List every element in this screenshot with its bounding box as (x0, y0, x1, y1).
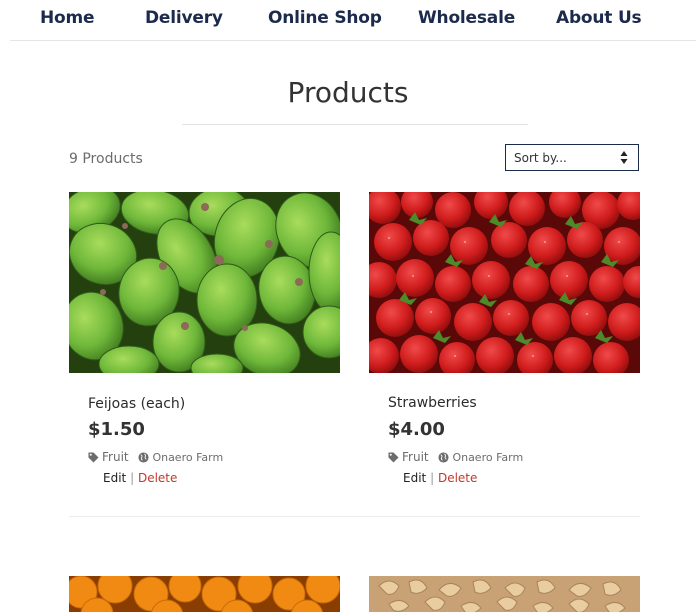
category-label: Fruit (102, 450, 129, 464)
category-tag[interactable]: Fruit (388, 450, 432, 464)
strawberries-photo (369, 192, 640, 373)
row-divider (69, 516, 640, 517)
nav-about-us[interactable]: About Us (556, 8, 642, 28)
farm-label: Onaero Farm (452, 451, 524, 464)
cashews-photo (369, 576, 640, 612)
feijoas-photo (69, 192, 340, 373)
oranges-photo (69, 576, 340, 612)
edit-link[interactable]: Edit (103, 471, 126, 485)
delete-link[interactable]: Delete (438, 471, 477, 485)
product-price: $1.50 (88, 419, 145, 440)
tag-icon (88, 452, 99, 463)
farm-source: Onaero Farm (438, 451, 523, 464)
product-name[interactable]: Feijoas (each) (88, 396, 185, 412)
farm-label: Onaero Farm (152, 451, 224, 464)
nav-home[interactable]: Home (40, 8, 95, 28)
product-meta: Fruit Onaero Farm (388, 450, 523, 464)
product-meta: Fruit Onaero Farm (88, 450, 223, 464)
category-tag[interactable]: Fruit (88, 450, 132, 464)
farm-source: Onaero Farm (138, 451, 223, 464)
tag-icon (388, 452, 399, 463)
nav-delivery[interactable]: Delivery (145, 8, 223, 28)
product-actions: Edit | Delete (103, 471, 177, 485)
sort-select-value: Sort by... (514, 151, 567, 165)
globe-icon (438, 452, 449, 463)
product-image-strawberries[interactable] (369, 192, 640, 373)
delete-link[interactable]: Delete (138, 471, 177, 485)
sort-arrows-icon (620, 151, 628, 164)
product-price: $4.00 (388, 419, 445, 440)
page-title: Products (287, 76, 409, 109)
top-navigation: Home Delivery Online Shop Wholesale Abou… (10, 0, 696, 41)
product-name[interactable]: Strawberries (388, 395, 477, 411)
product-count: 9 Products (69, 151, 143, 167)
globe-icon (138, 452, 149, 463)
nav-wholesale[interactable]: Wholesale (418, 8, 515, 28)
title-divider (182, 124, 528, 125)
product-image-feijoas[interactable] (69, 192, 340, 373)
product-image-cashews[interactable] (369, 576, 640, 612)
edit-link[interactable]: Edit (403, 471, 426, 485)
category-label: Fruit (402, 450, 429, 464)
action-separator: | (130, 471, 135, 485)
nav-online-shop[interactable]: Online Shop (268, 8, 382, 28)
action-separator: | (430, 471, 435, 485)
sort-select[interactable]: Sort by... (505, 144, 639, 171)
product-image-oranges[interactable] (69, 576, 340, 612)
product-actions: Edit | Delete (403, 471, 477, 485)
